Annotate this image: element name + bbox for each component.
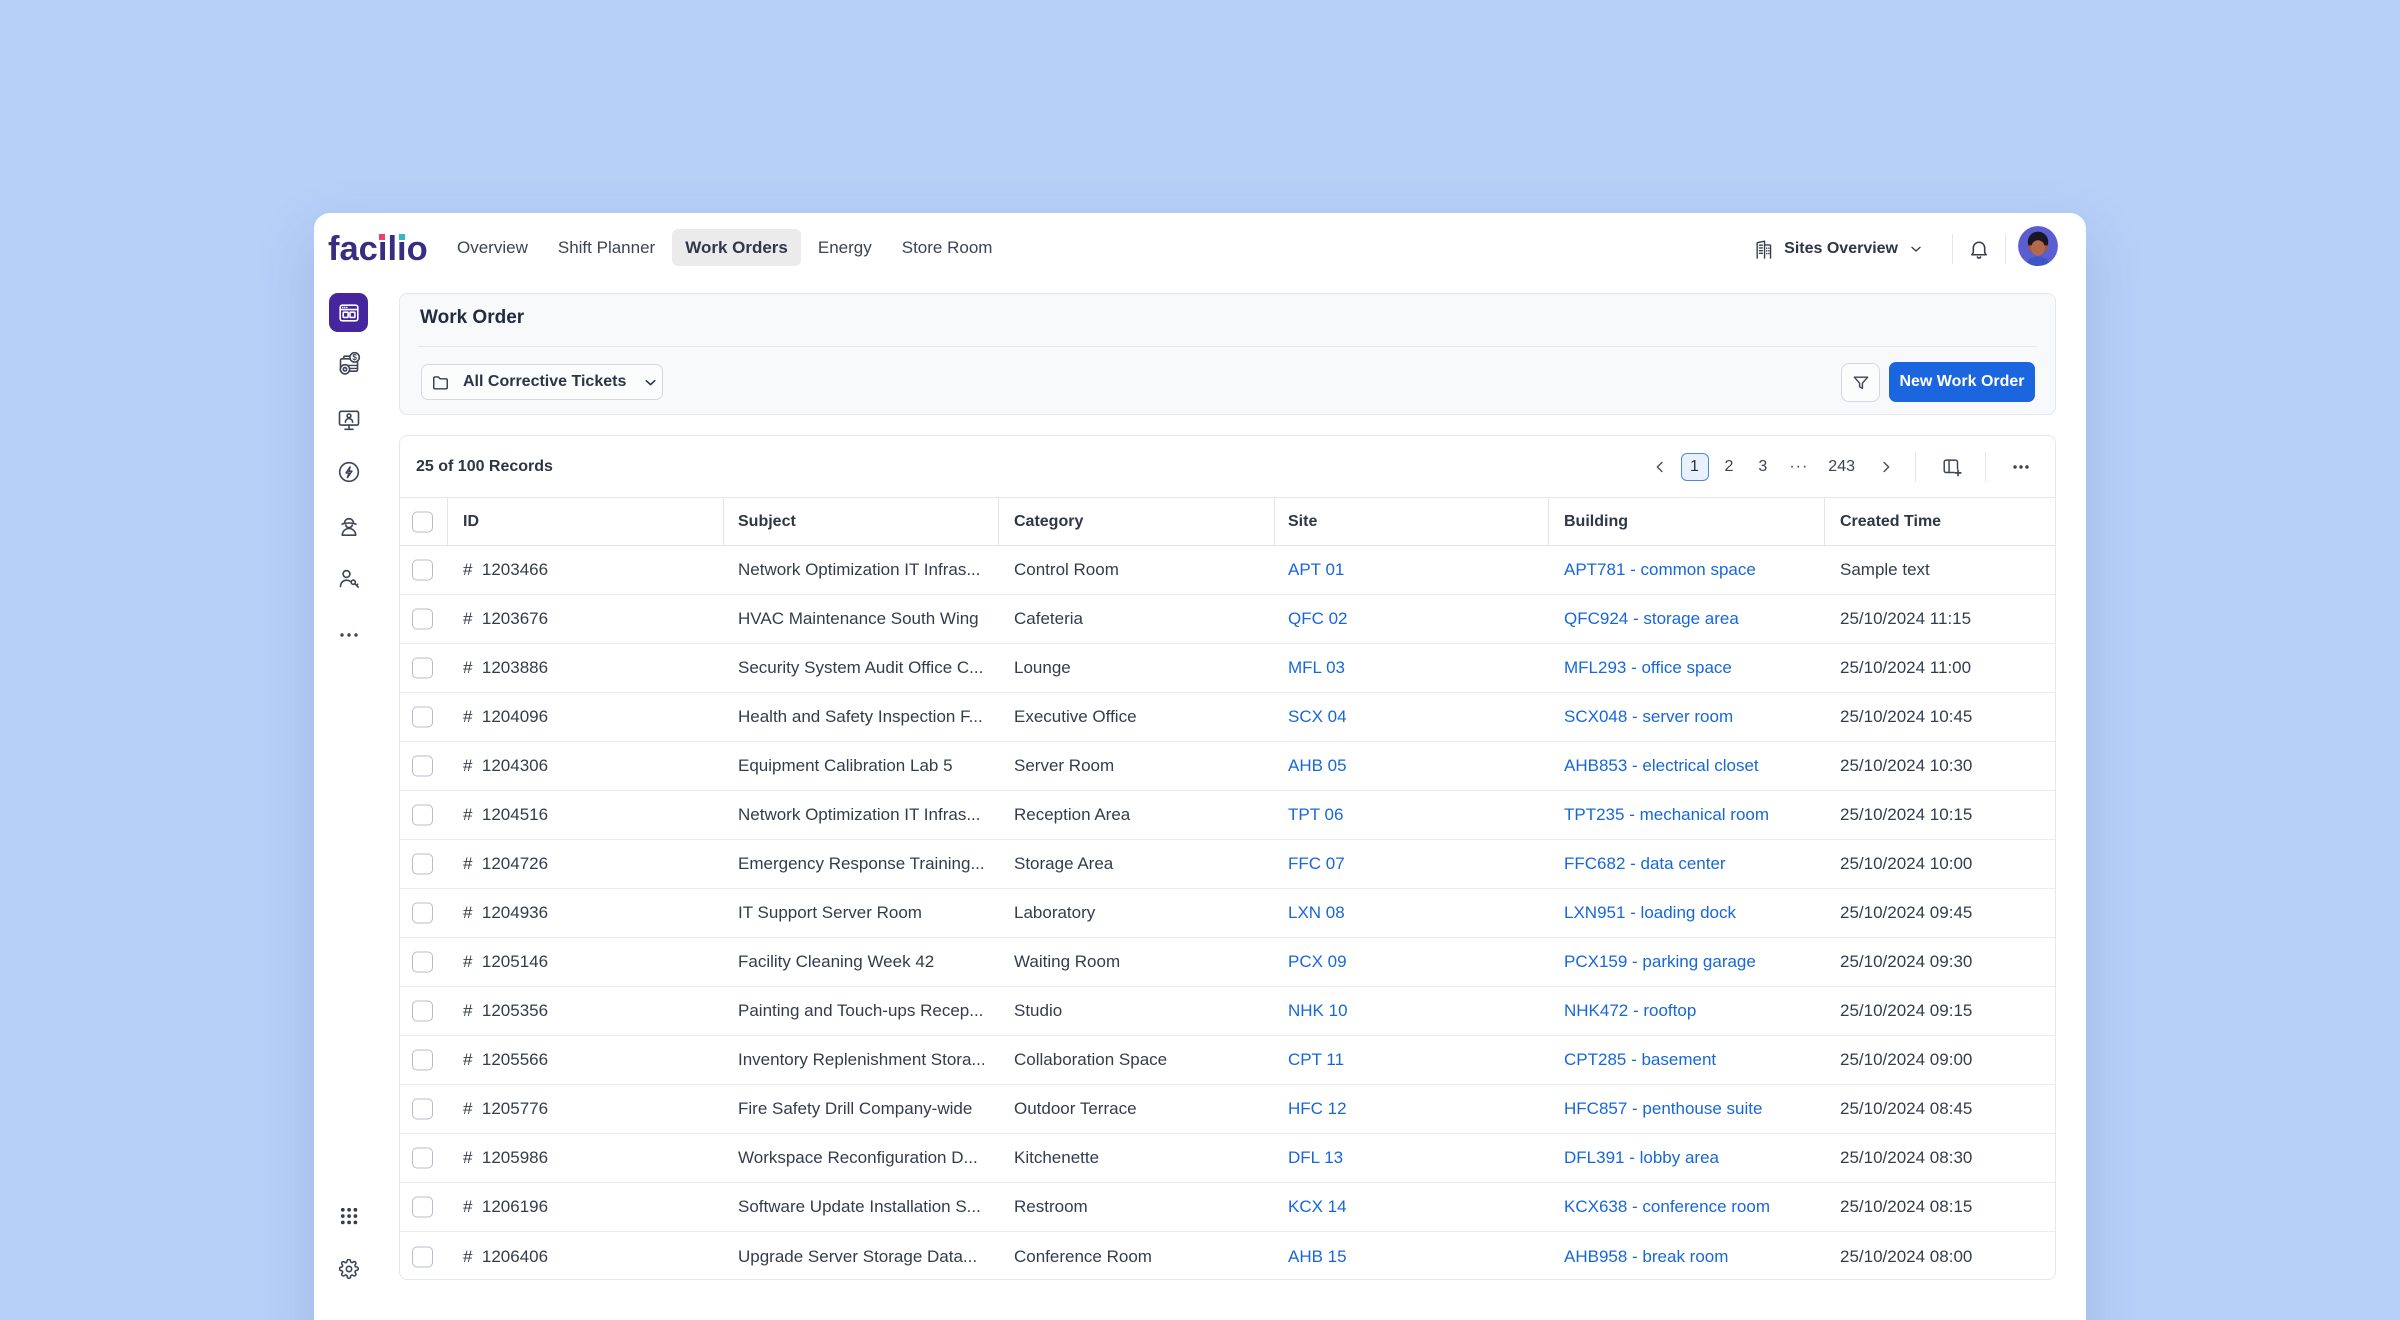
svg-text:$: $	[352, 353, 357, 362]
